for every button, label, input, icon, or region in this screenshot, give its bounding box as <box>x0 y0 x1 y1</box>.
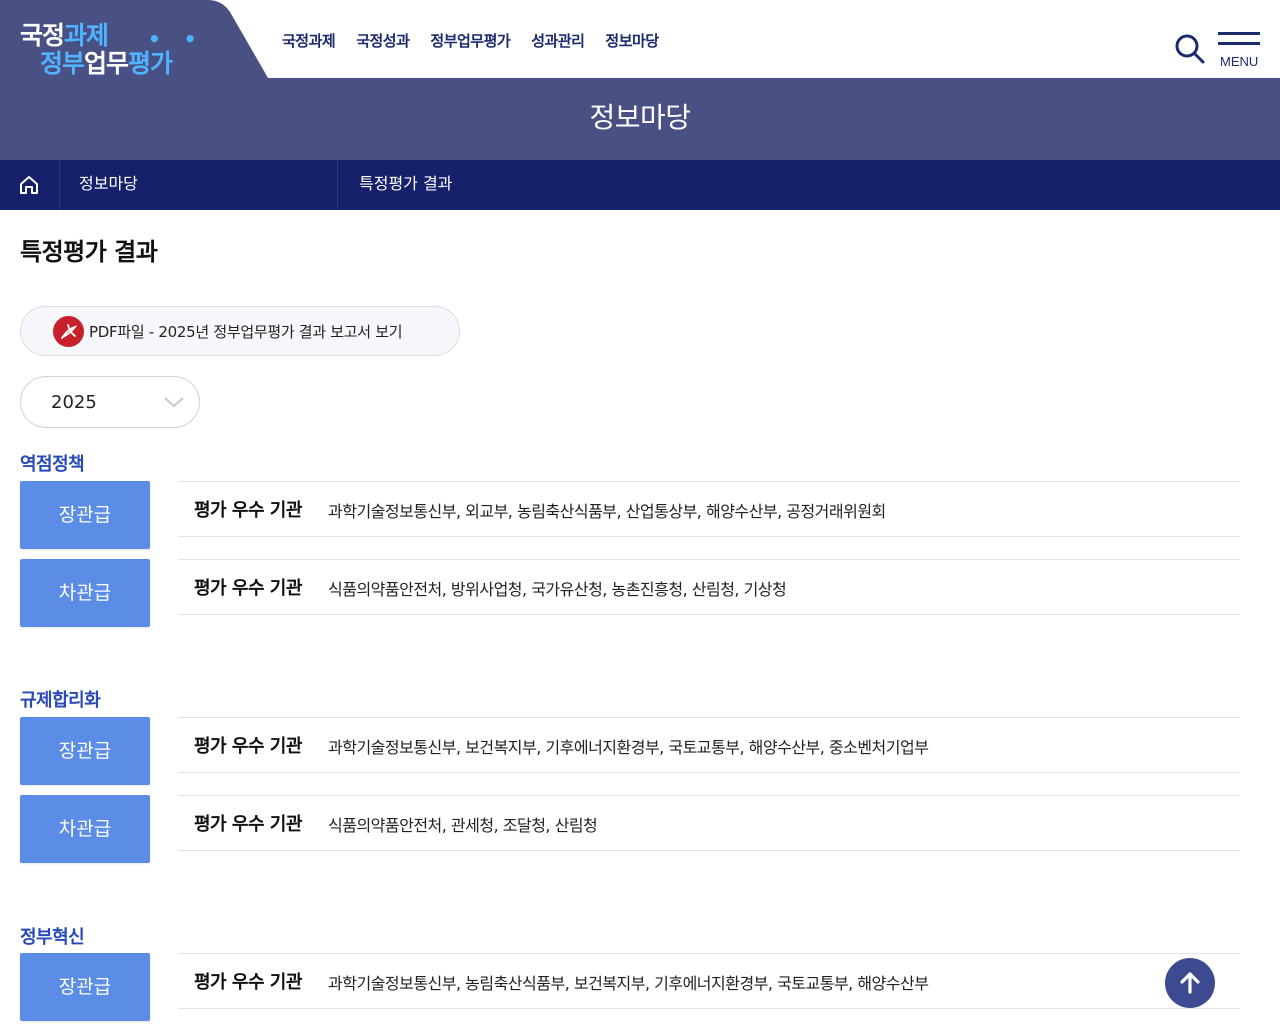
row-orgs: 과학기술정보통신부, 외교부, 농림축산식품부, 산업통상부, 해양수산부, 공… <box>328 502 886 521</box>
logo-text-part: 평가 <box>128 49 173 78</box>
scroll-top-button[interactable] <box>1165 958 1215 1008</box>
row-orgs: 식품의약품안전처, 관세청, 조달청, 산림청 <box>328 816 598 835</box>
logo[interactable]: 국정과제 • • 정부업무평가 <box>0 0 268 78</box>
row-label: 평가 우수 기관 <box>194 972 302 993</box>
nav-item[interactable]: 국정성과 <box>356 30 410 51</box>
row-orgs: 과학기술정보통신부, 농림축산식품부, 보건복지부, 기후에너지환경부, 국토교… <box>328 974 929 993</box>
year-select[interactable]: 2025 <box>20 376 200 428</box>
page-band-title: 정보마당 <box>589 101 691 134</box>
hamburger-icon <box>1218 42 1260 45</box>
pdf-icon <box>53 316 84 347</box>
nav-item[interactable]: 정부업무평가 <box>430 30 510 51</box>
result-row: 평가 우수 기관 식품의약품안전처, 관세청, 조달청, 산림청 <box>178 795 1240 851</box>
page-band: 정보마당 <box>0 78 1280 160</box>
logo-text-part: 업무 <box>84 49 129 78</box>
section-title: 규제합리화 <box>20 690 101 711</box>
search-icon <box>1175 34 1205 64</box>
row-label: 평가 우수 기관 <box>194 500 302 521</box>
section-title: 역점정책 <box>20 454 85 475</box>
grade-button[interactable]: 장관급 <box>20 717 150 785</box>
result-row: 평가 우수 기관 식품의약품안전처, 방위사업청, 국가유산청, 농촌진흥청, … <box>178 559 1240 615</box>
result-row: 평가 우수 기관 과학기술정보통신부, 외교부, 농림축산식품부, 산업통상부,… <box>178 481 1240 537</box>
logo-text-line2: 정부업무평가 <box>40 44 173 80</box>
grade-button[interactable]: 장관급 <box>20 481 150 549</box>
search-button[interactable] <box>1174 33 1206 65</box>
nav-item[interactable]: 국정과제 <box>282 30 336 51</box>
year-select-value: 2025 <box>51 392 97 413</box>
chevron-down-icon <box>164 397 184 408</box>
grade-button[interactable]: 장관급 <box>20 953 150 1021</box>
global-nav: 국정과제 국정성과 정부업무평가 성과관리 정보마당 <box>282 30 659 51</box>
menu-button[interactable]: MENU <box>1218 32 1262 72</box>
breadcrumb: 정보마당 특정평가 결과 <box>0 160 1280 210</box>
logo-text-part: 정부 <box>40 49 85 78</box>
menu-label: MENU <box>1220 54 1259 69</box>
home-button[interactable] <box>0 160 60 210</box>
breadcrumb-level1[interactable]: 정보마당 <box>60 160 338 210</box>
site-header: 국정과제 • • 정부업무평가 국정과제 국정성과 정부업무평가 성과관리 정보… <box>0 0 1280 78</box>
result-row: 평가 우수 기관 과학기술정보통신부, 보건복지부, 기후에너지환경부, 국토교… <box>178 717 1240 773</box>
breadcrumb-level2[interactable]: 특정평가 결과 <box>338 160 638 210</box>
nav-item[interactable]: 성과관리 <box>531 30 585 51</box>
result-row: 평가 우수 기관 과학기술정보통신부, 농림축산식품부, 보건복지부, 기후에너… <box>178 953 1240 1009</box>
row-orgs: 식품의약품안전처, 방위사업청, 국가유산청, 농촌진흥청, 산림청, 기상청 <box>328 580 787 599</box>
row-label: 평가 우수 기관 <box>194 736 302 757</box>
grade-button[interactable]: 차관급 <box>20 795 150 863</box>
hamburger-icon <box>1218 32 1260 35</box>
pdf-link-text: PDF파일 - 2025년 정부업무평가 결과 보고서 보기 <box>89 323 403 341</box>
section-title: 정부혁신 <box>20 927 85 948</box>
row-orgs: 과학기술정보통신부, 보건복지부, 기후에너지환경부, 국토교통부, 해양수산부… <box>328 738 929 757</box>
pdf-report-link[interactable]: PDF파일 - 2025년 정부업무평가 결과 보고서 보기 <box>20 306 460 356</box>
page-title: 특정평가 결과 <box>20 238 158 266</box>
arrow-up-icon <box>1180 972 1200 994</box>
row-label: 평가 우수 기관 <box>194 814 302 835</box>
row-label: 평가 우수 기관 <box>194 578 302 599</box>
home-icon <box>20 176 38 194</box>
grade-button[interactable]: 차관급 <box>20 559 150 627</box>
nav-item[interactable]: 정보마당 <box>605 30 659 51</box>
